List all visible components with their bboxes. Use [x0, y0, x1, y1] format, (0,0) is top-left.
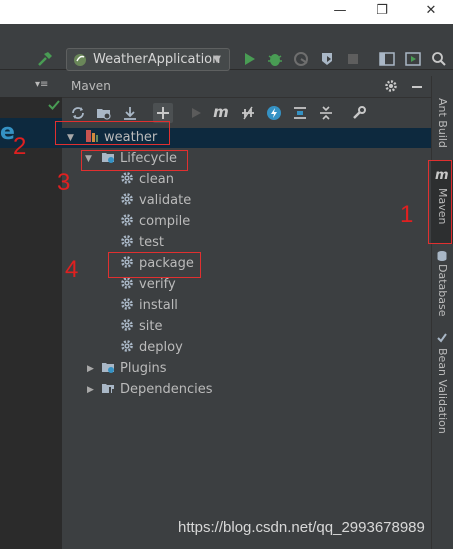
- maven-panel-title: Maven: [71, 79, 111, 93]
- annotation-number-4: 4: [65, 256, 79, 283]
- gear-icon: [121, 340, 133, 352]
- gear-icon: [121, 172, 133, 184]
- tree-node-goal[interactable]: site: [120, 317, 162, 337]
- tree-label: site: [139, 319, 163, 334]
- run-configuration-label: WeatherApplication: [93, 52, 221, 67]
- tree-label: clean: [139, 172, 174, 187]
- checkmark-icon: [48, 99, 60, 111]
- annotation-box-2: [55, 121, 170, 145]
- tree-node-plugins[interactable]: Plugins: [101, 359, 167, 379]
- generate-sources-icon[interactable]: [96, 105, 112, 121]
- wrench-icon[interactable]: [351, 105, 367, 121]
- tree-node-goal[interactable]: deploy: [120, 338, 183, 358]
- tree-node-goal[interactable]: compile: [120, 212, 190, 232]
- run-maven-icon[interactable]: [188, 105, 204, 121]
- spring-app-icon: [74, 54, 86, 66]
- gear-icon: [121, 277, 133, 289]
- database-icon: [436, 250, 448, 265]
- tab-ant-build[interactable]: Ant Build: [431, 80, 453, 150]
- tree-label: verify: [139, 277, 176, 292]
- run-icon[interactable]: [240, 50, 258, 68]
- minimize-button[interactable]: —: [320, 0, 360, 24]
- tree-node-dependencies[interactable]: Dependencies: [101, 380, 213, 400]
- tree-label: compile: [139, 214, 191, 229]
- bean-icon: [436, 332, 448, 347]
- profile-icon[interactable]: [318, 50, 336, 68]
- maven-panel-header: [62, 76, 431, 98]
- tree-node-goal[interactable]: validate: [120, 191, 191, 211]
- tree-node-goal[interactable]: clean: [120, 170, 174, 190]
- run-dashboard-icon[interactable]: [404, 50, 422, 68]
- tree-node-goal[interactable]: install: [120, 296, 178, 316]
- collapse-arrow-icon[interactable]: ▶: [87, 359, 97, 379]
- coverage-icon[interactable]: [292, 50, 310, 68]
- minimize-panel-icon[interactable]: [409, 79, 425, 95]
- debug-icon[interactable]: [266, 50, 284, 68]
- annotation-box-3: [81, 150, 188, 171]
- plugins-folder-icon: [102, 363, 114, 373]
- download-icon[interactable]: [122, 105, 138, 121]
- maven-goal-icon[interactable]: m: [213, 104, 229, 120]
- tree-label: validate: [139, 193, 192, 208]
- tab-label: Bean Validation: [436, 348, 449, 434]
- tab-database[interactable]: Database: [431, 250, 453, 320]
- gear-icon[interactable]: [383, 79, 399, 95]
- annotation-number-1: 1: [400, 201, 414, 228]
- skip-tests-icon[interactable]: [266, 105, 282, 121]
- tree-label: Plugins: [120, 361, 167, 376]
- gear-icon: [121, 319, 133, 331]
- restore-button[interactable]: ❐: [362, 0, 402, 24]
- tree-node-goal[interactable]: verify: [120, 275, 176, 295]
- dependencies-folder-icon: [102, 384, 114, 393]
- tree-label: test: [139, 235, 164, 250]
- tab-list-icon[interactable]: ▾≡: [35, 79, 48, 90]
- gear-icon: [121, 235, 133, 247]
- maven-tree: [62, 126, 431, 549]
- annotation-number-3: 3: [57, 169, 71, 196]
- search-icon[interactable]: [430, 50, 448, 68]
- annotation-number-2: 2: [13, 133, 27, 160]
- collapse-arrow-icon[interactable]: ▶: [87, 380, 97, 400]
- reimport-icon[interactable]: [70, 105, 86, 121]
- hammer-icon[interactable]: [36, 50, 54, 68]
- chevron-down-icon: ▼: [213, 54, 221, 65]
- collapse-all-icon[interactable]: [318, 105, 334, 121]
- tree-label: install: [139, 298, 178, 313]
- close-button[interactable]: ✕: [411, 0, 451, 24]
- run-configuration-select[interactable]: WeatherApplication ▼: [66, 48, 230, 71]
- tree-label: Dependencies: [120, 382, 213, 397]
- toggle-offline-icon[interactable]: [240, 105, 256, 121]
- tree-node-goal[interactable]: test: [120, 233, 164, 253]
- annotation-box-4: [108, 252, 201, 278]
- tab-bean-validation[interactable]: Bean Validation: [431, 332, 453, 442]
- annotation-box-1: [428, 160, 452, 244]
- frame-icon[interactable]: [378, 50, 396, 68]
- tree-label: deploy: [139, 340, 183, 355]
- watermark: https://blog.csdn.net/qq_2993678989: [178, 519, 425, 536]
- stop-icon[interactable]: [344, 50, 362, 68]
- editor-tabs-header: ▾≡: [0, 76, 62, 98]
- gear-icon: [121, 214, 133, 226]
- show-dependencies-icon[interactable]: [292, 105, 308, 121]
- add-icon[interactable]: [153, 103, 173, 123]
- gear-icon: [121, 298, 133, 310]
- gear-icon: [121, 193, 133, 205]
- tab-label: Ant Build: [436, 98, 449, 148]
- window-title-bar: — ❐ ✕: [0, 0, 453, 24]
- tab-label: Database: [436, 264, 449, 317]
